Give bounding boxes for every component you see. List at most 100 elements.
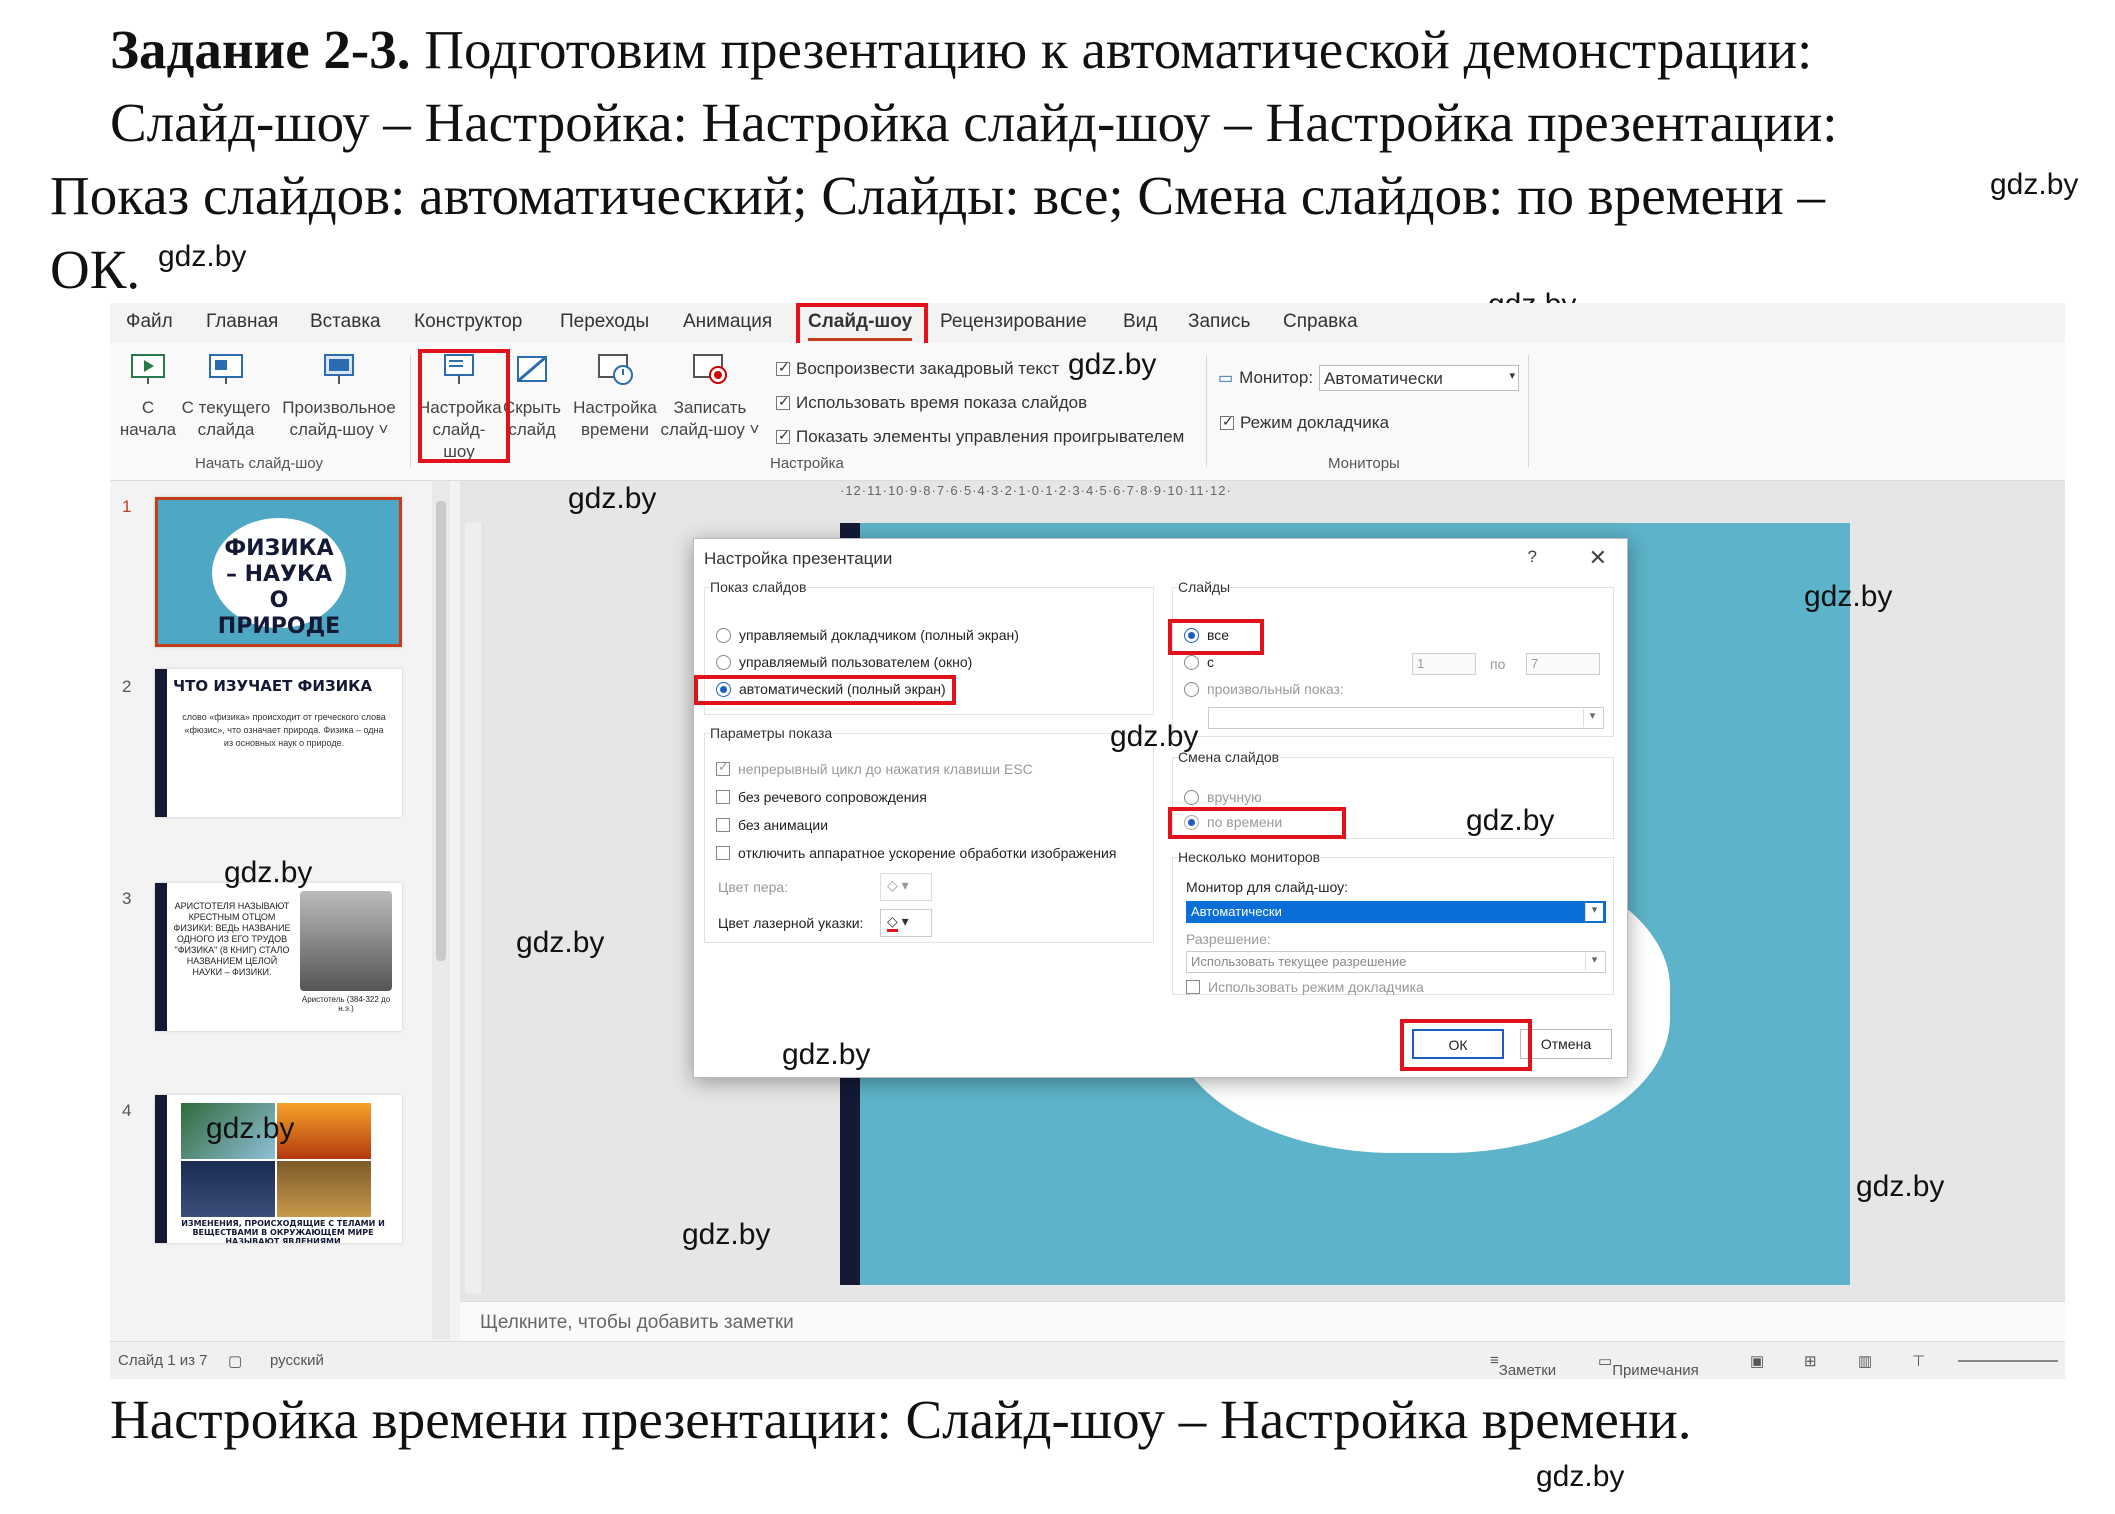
radio-from-slide[interactable]: с	[1184, 654, 1214, 670]
slideshow-view-icon[interactable]: ⊤	[1912, 1352, 1925, 1370]
no-animation-checkbox[interactable]: без анимации	[716, 817, 828, 833]
checkbox-box	[716, 759, 730, 776]
use-timings-checkbox[interactable]: Использовать время показа слайдов	[776, 393, 1087, 413]
monitor-select-value: Автоматически	[1324, 369, 1443, 388]
powerpoint-screenshot: Файл Главная Вставка Конструктор Переход…	[110, 303, 2065, 1379]
caption: Настройка времени презентации: Слайд-шоу…	[110, 1389, 1692, 1450]
comments-toggle[interactable]: ▭ Примечания	[1598, 1352, 1699, 1379]
scrollbar-thumb[interactable]	[436, 501, 446, 961]
slide-thumbnail-3[interactable]: АРИСТОТЕЛЯ НАЗЫВАЮТ КРЕСТНЫМ ОТЦОМ ФИЗИК…	[155, 883, 402, 1031]
laser-color-field: Цвет лазерной указки:	[718, 915, 863, 931]
slide-sorter-icon[interactable]: ⊞	[1804, 1352, 1817, 1370]
loop-checkbox[interactable]: непрерывный цикл до нажатия клавиши ESC	[716, 759, 1033, 777]
slide-number: 3	[122, 889, 132, 908]
resolution-select[interactable]: Использовать текущее разрешение ▾	[1186, 951, 1606, 973]
notes-placeholder: Щелкните, чтобы добавить заметки	[480, 1312, 794, 1333]
chevron-down-icon: ▾	[1509, 370, 1516, 382]
from-current-button[interactable]: С текущего слайда	[176, 351, 276, 441]
task-line-2: Слайд-шоу – Настройка: Настройка слайд-ш…	[110, 92, 1838, 153]
tab-file[interactable]: Файл	[126, 311, 173, 333]
presenter-view-checkbox[interactable]: Режим докладчика	[1220, 413, 1389, 433]
media-controls-checkbox[interactable]: Показать элементы управления проигрывате…	[776, 427, 1184, 447]
tab-record[interactable]: Запись	[1188, 311, 1250, 333]
notes-toggle-label: Заметки	[1498, 1362, 1557, 1379]
group-setup-label: Настройка	[770, 455, 844, 472]
resolution-value: Использовать текущее разрешение	[1191, 954, 1407, 969]
use-timings-label: Использовать время показа слайдов	[796, 393, 1088, 412]
radio-custom-label: произвольный показ:	[1207, 681, 1344, 697]
cancel-button[interactable]: Отмена	[1520, 1029, 1612, 1059]
radio-circle	[716, 654, 731, 670]
thumbnail-1-title: ФИЗИКА – НАУКА О ПРИРОДЕ	[217, 536, 341, 639]
tab-help[interactable]: Справка	[1283, 311, 1358, 333]
radio-from-label: с	[1207, 654, 1214, 670]
no-narration-label: без речевого сопровождения	[738, 789, 927, 805]
spellcheck-icon[interactable]: ▢	[228, 1352, 242, 1370]
help-icon[interactable]: ?	[1528, 547, 1537, 567]
watermark: gdz.by	[1856, 1170, 1945, 1203]
page: Задание 2-3. Подготовим презентацию к ав…	[0, 0, 2115, 1514]
status-bar: Слайд 1 из 7 ▢ русский ≡ Заметки ▭ Приме…	[110, 1341, 2065, 1379]
tab-design[interactable]: Конструктор	[414, 311, 522, 333]
thumbnail-2-text: слово «физика» происходит от греческого …	[182, 712, 386, 748]
from-beginning-button[interactable]: С начала	[118, 351, 178, 441]
custom-show-icon	[324, 354, 354, 384]
from-spinner[interactable]: 1	[1412, 653, 1476, 675]
pen-color-button[interactable]: ◇ ▾	[880, 873, 932, 901]
checkbox-box	[776, 359, 790, 376]
watermark: gdz.by	[1536, 1460, 1625, 1493]
slide-thumbnail-1[interactable]: ФИЗИКА – НАУКА О ПРИРОДЕ	[155, 497, 402, 647]
pen-color-label: Цвет пера:	[718, 879, 789, 895]
radio-presenter[interactable]: управляемый докладчиком (полный экран)	[716, 627, 1019, 643]
highlight-setup-button	[418, 349, 510, 463]
radio-individual[interactable]: управляемый пользователем (окно)	[716, 654, 972, 670]
tab-home[interactable]: Главная	[206, 311, 278, 333]
slide-thumbnail-2[interactable]: ЧТО ИЗУЧАЕТ ФИЗИКА слово «физика» происх…	[155, 669, 402, 817]
no-narration-checkbox[interactable]: без речевого сопровождения	[716, 789, 927, 805]
tab-insert[interactable]: Вставка	[310, 311, 381, 333]
task-label: Задание 2-3.	[110, 19, 411, 80]
notes-toggle[interactable]: ≡ Заметки	[1490, 1352, 1556, 1379]
use-presenter-checkbox[interactable]: Использовать режим докладчика	[1186, 979, 1424, 995]
normal-view-icon[interactable]: ▣	[1750, 1352, 1764, 1370]
reading-view-icon[interactable]: ▥	[1858, 1352, 1872, 1370]
checkbox-box	[716, 818, 730, 832]
slides-legend: Слайды	[1178, 579, 1231, 595]
chevron-down-icon: ▾	[1585, 903, 1603, 921]
monitor-for-label: Монитор для слайд-шоу:	[1186, 879, 1349, 895]
tab-animations[interactable]: Анимация	[683, 311, 772, 333]
slideshow-monitor-select[interactable]: Автоматически ▾	[1186, 901, 1606, 923]
radio-circle	[1184, 654, 1199, 670]
custom-show-button[interactable]: Произвольное слайд-шоу ˅	[278, 351, 400, 441]
close-icon[interactable]: ✕	[1589, 545, 1607, 571]
radio-custom-show[interactable]: произвольный показ:	[1184, 681, 1344, 697]
radio-manually[interactable]: вручную	[1184, 789, 1262, 805]
hide-slide-button[interactable]: Скрыть слайд	[502, 351, 562, 441]
hw-accel-checkbox[interactable]: отключить аппаратное ускорение обработки…	[716, 845, 1116, 861]
laser-pen-icon: ◇	[887, 913, 898, 932]
tab-view[interactable]: Вид	[1123, 311, 1157, 333]
task-line-1-text: Подготовим презентацию к автоматической …	[410, 19, 1813, 80]
thumbnails-scrollbar[interactable]	[432, 481, 450, 1339]
task-line-4: ОК.	[50, 239, 141, 300]
checkbox-box	[776, 427, 790, 444]
radio-circle	[716, 627, 731, 643]
monitor-select[interactable]: Автоматически ▾	[1319, 365, 1520, 391]
tab-transitions[interactable]: Переходы	[560, 311, 649, 333]
narration-label: Воспроизвести закадровый текст	[796, 359, 1060, 378]
show-options-legend: Параметры показа	[710, 725, 833, 741]
rehearse-timings-button[interactable]: Настройка времени	[572, 351, 658, 441]
zoom-slider[interactable]	[1958, 1360, 2058, 1362]
custom-show-select[interactable]: ▾	[1208, 707, 1604, 729]
record-icon	[693, 354, 727, 384]
watermark: gdz.by	[1068, 348, 1157, 381]
narration-checkbox[interactable]: Воспроизвести закадровый текст	[776, 359, 1059, 379]
language-indicator[interactable]: русский	[270, 1352, 324, 1369]
laser-color-button[interactable]: ◇ ▾	[880, 909, 932, 937]
to-spinner[interactable]: 7	[1526, 653, 1600, 675]
checkbox-box	[716, 846, 730, 860]
record-button[interactable]: Записать слайд-шоу ˅	[660, 351, 760, 441]
tab-review[interactable]: Рецензирование	[940, 311, 1087, 333]
watermark: gdz.by	[158, 240, 247, 273]
notes-pane[interactable]: Щелкните, чтобы добавить заметки	[460, 1301, 2065, 1341]
